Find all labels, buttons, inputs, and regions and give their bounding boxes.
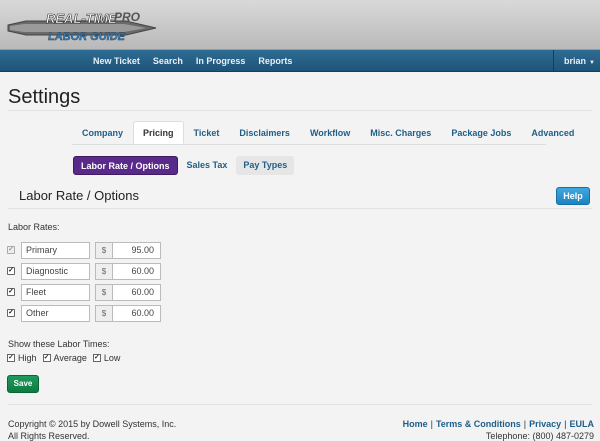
help-button[interactable]: Help [556,187,590,205]
subtab-sales-tax[interactable]: Sales Tax [180,156,235,175]
footer-left: Copyright © 2015 by Dowell Systems, Inc.… [8,418,176,441]
subtab-pay-types[interactable]: Pay Types [236,156,294,175]
rate-primary-name-input[interactable]: Primary [21,242,90,259]
time-low-checkbox[interactable]: ✓ [93,354,101,362]
time-high-option[interactable]: ✓ High [7,352,37,364]
rate-primary-checkbox[interactable]: ✓ [7,246,15,254]
rate-other-value-input[interactable]: 60.00 [112,305,161,322]
rate-fleet-checkbox[interactable]: ✓ [7,288,15,296]
currency-addon: $ [95,263,113,280]
section-divider [8,208,592,209]
app-header: REAL-TIME LABOR GUIDE PRO [0,0,600,50]
copyright-text: Copyright © 2015 by Dowell Systems, Inc. [8,418,176,430]
telephone-text: Telephone: (800) 487-0279 [403,430,594,441]
pricing-subtabs: Labor Rate / Options Sales Tax Pay Types [73,156,296,175]
user-menu[interactable]: brian▼ [553,50,600,72]
logo-line1: REAL-TIME [46,11,117,26]
user-name: brian [564,56,586,66]
nav-reports[interactable]: Reports [258,50,292,72]
rate-fleet-value-input[interactable]: 60.00 [112,284,161,301]
labor-rates-label: Labor Rates: [8,222,60,232]
tab-company[interactable]: Company [72,121,133,144]
rate-diagnostic-value-input[interactable]: 60.00 [112,263,161,280]
footer-link-privacy[interactable]: Privacy [529,419,561,429]
tab-ticket[interactable]: Ticket [184,121,230,144]
tab-misc-charges[interactable]: Misc. Charges [360,121,441,144]
time-high-checkbox[interactable]: ✓ [7,354,15,362]
rate-other-name-input[interactable]: Other [21,305,90,322]
footer-link-eula[interactable]: EULA [570,419,595,429]
rate-primary-value-input[interactable]: 95.00 [112,242,161,259]
logo-line2: LABOR GUIDE [48,31,126,43]
footer-link-terms[interactable]: Terms & Conditions [436,419,521,429]
rights-text: All Rights Reserved. [8,430,176,441]
tab-package-jobs[interactable]: Package Jobs [441,121,521,144]
time-high-label: High [18,353,37,363]
rate-fleet-name-input[interactable]: Fleet [21,284,90,301]
tabs-baseline [72,144,546,145]
footer-link-home[interactable]: Home [403,419,428,429]
tab-disclaimers[interactable]: Disclaimers [229,121,300,144]
time-low-option[interactable]: ✓ Low [93,352,121,364]
currency-addon: $ [95,242,113,259]
settings-tabs: Company Pricing Ticket Disclaimers Workf… [72,121,584,145]
rate-diagnostic-name-input[interactable]: Diagnostic [21,263,90,280]
show-labor-times-label: Show these Labor Times: [8,339,110,349]
nav-search[interactable]: Search [153,50,183,72]
subtab-labor-rate-options[interactable]: Labor Rate / Options [73,156,178,175]
logo-wrench-icon[interactable]: REAL-TIME LABOR GUIDE PRO [6,3,166,53]
time-average-label: Average [54,353,87,363]
page-title: Settings [8,86,80,109]
section-title: Labor Rate / Options [19,188,139,203]
footer-links: Home|Terms & Conditions|Privacy|EULA [403,418,594,430]
nav-new-ticket[interactable]: New Ticket [93,50,140,72]
nav-in-progress[interactable]: In Progress [196,50,246,72]
footer-divider [8,404,592,405]
labor-times-options: ✓ High ✓ Average ✓ Low [7,352,126,364]
time-average-checkbox[interactable]: ✓ [43,354,51,362]
caret-down-icon: ▼ [589,60,595,66]
tab-advanced[interactable]: Advanced [521,121,584,144]
currency-addon: $ [95,305,113,322]
time-low-label: Low [104,353,121,363]
currency-addon: $ [95,284,113,301]
rate-diagnostic-checkbox[interactable]: ✓ [7,267,15,275]
footer-right: Home|Terms & Conditions|Privacy|EULA Tel… [403,418,594,441]
main-navbar: New Ticket Search In Progress Reports br… [0,50,600,72]
divider [8,110,592,111]
tab-workflow[interactable]: Workflow [300,121,360,144]
rate-other-checkbox[interactable]: ✓ [7,309,15,317]
tab-pricing[interactable]: Pricing [133,121,184,144]
logo-badge: PRO [114,10,141,24]
time-average-option[interactable]: ✓ Average [43,352,87,364]
save-button[interactable]: Save [7,375,39,393]
